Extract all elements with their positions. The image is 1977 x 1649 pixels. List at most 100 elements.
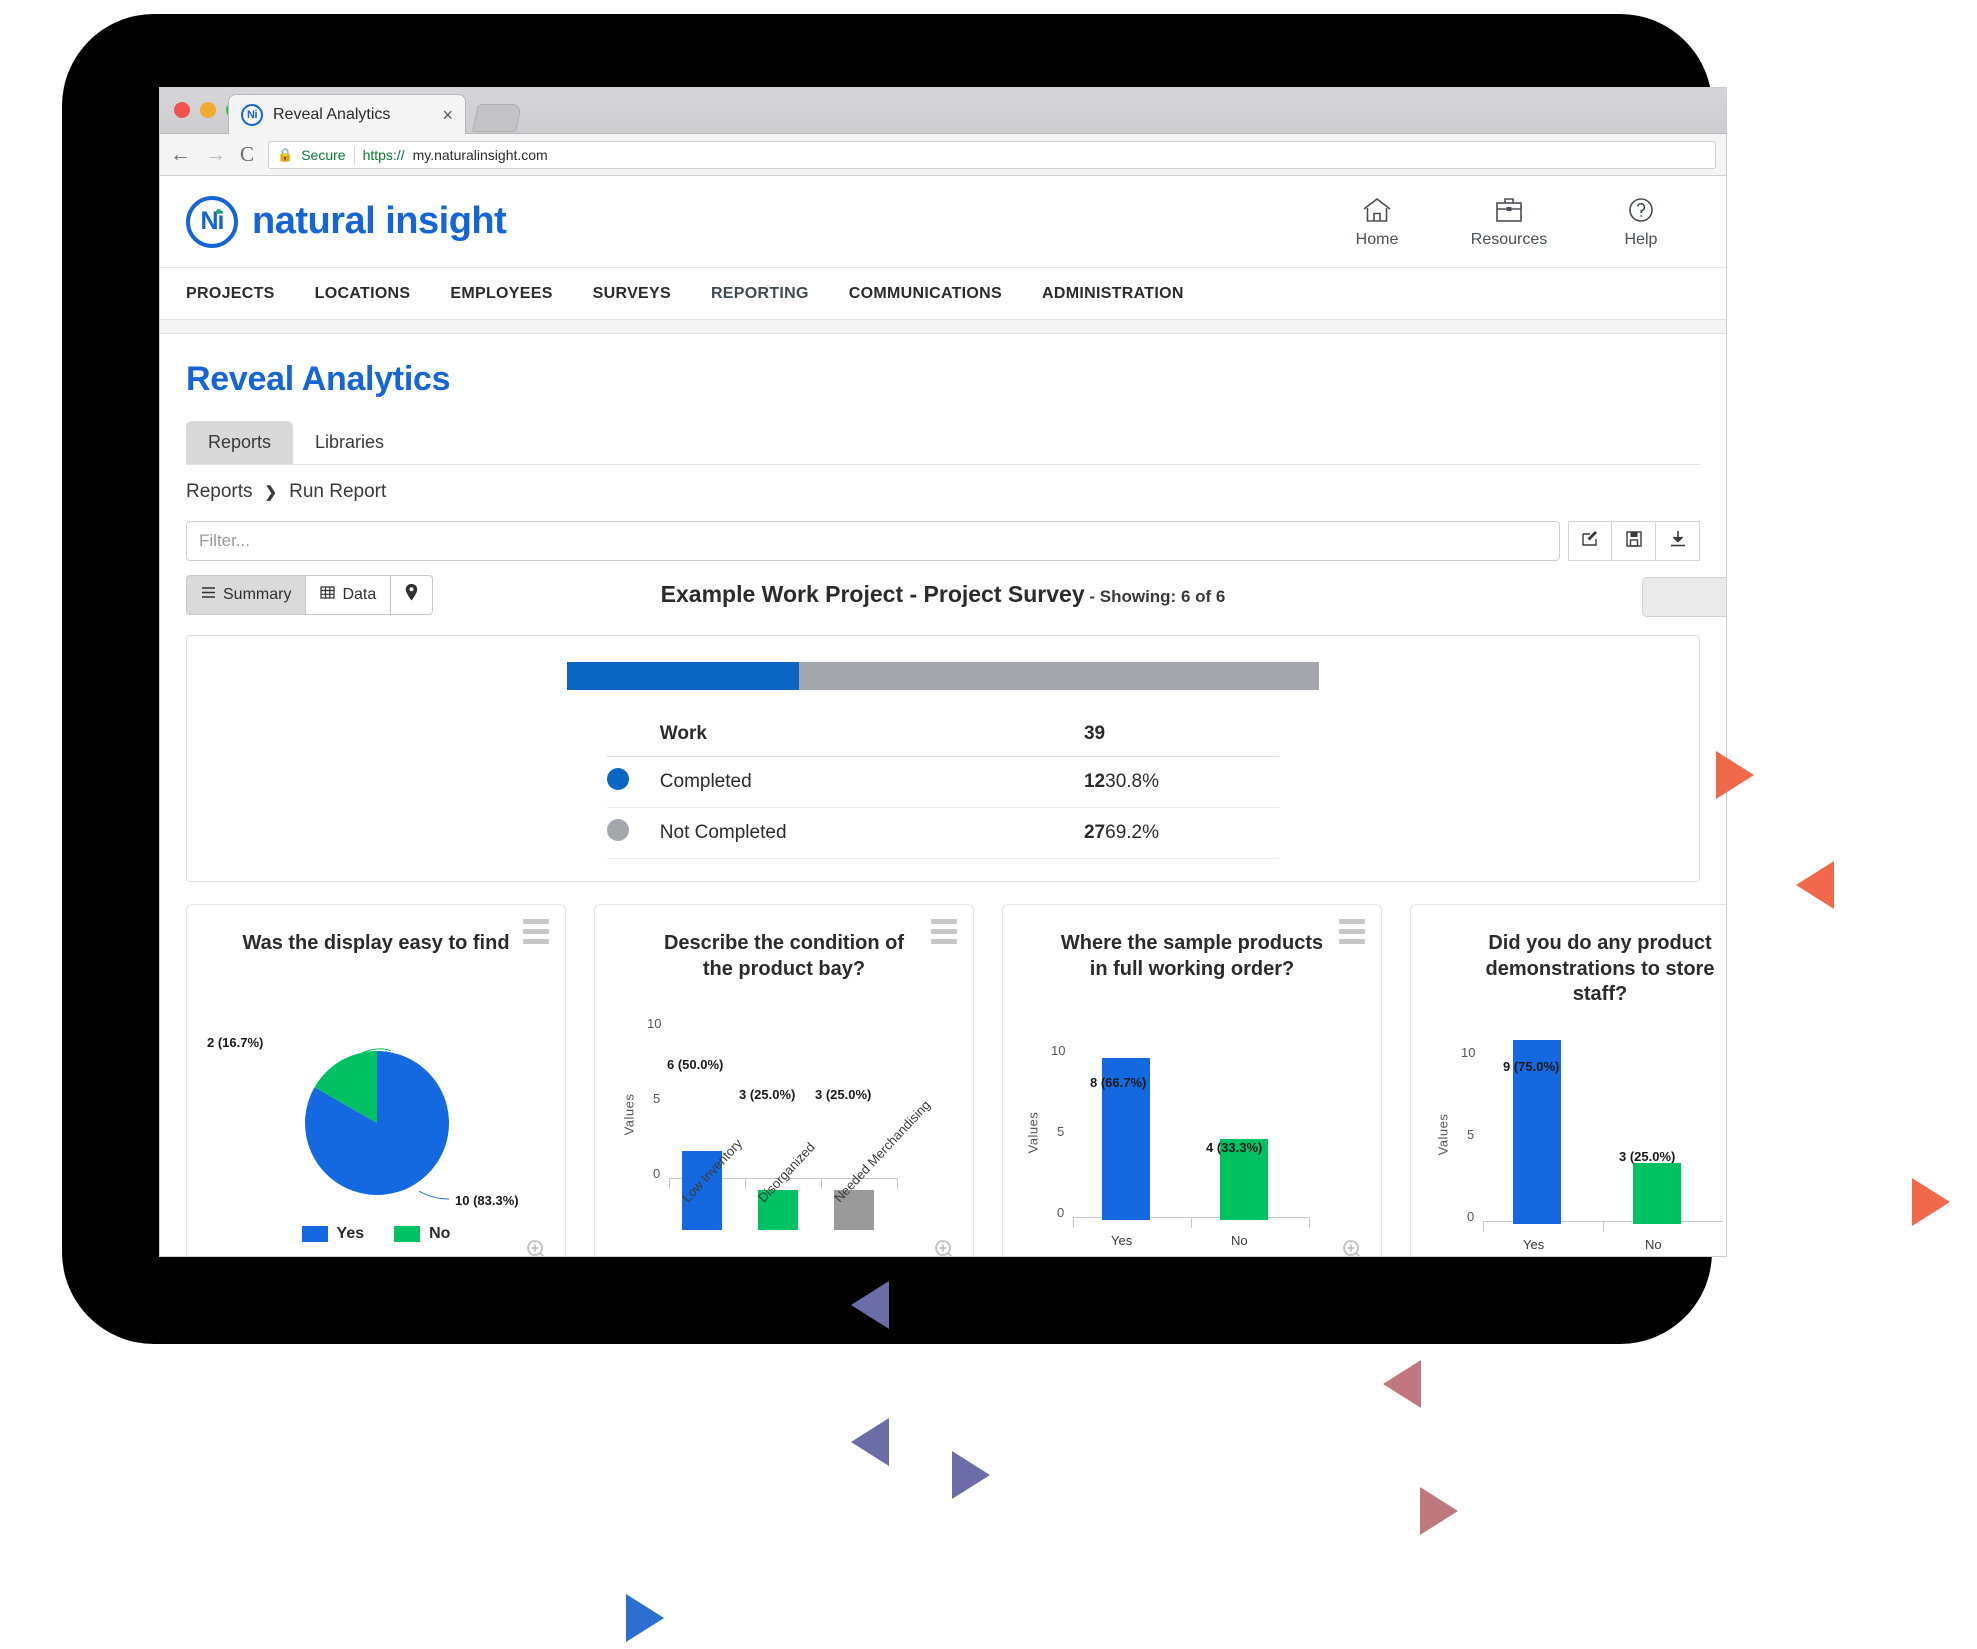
main-navigation: PROJECTS LOCATIONS EMPLOYEES SURVEYS REP… (160, 268, 1726, 320)
card-menu-icon[interactable] (523, 919, 549, 949)
download-icon (1668, 529, 1688, 554)
bar-data-label: 6 (50.0%) (667, 1057, 724, 1072)
nav-item-administration[interactable]: ADMINISTRATION (1042, 285, 1184, 303)
triangle-left-icon (1383, 1360, 1421, 1408)
nav-item-reporting[interactable]: REPORTING (711, 285, 809, 303)
card-menu-icon[interactable] (931, 919, 957, 949)
page-title: Reveal Analytics (186, 360, 451, 398)
nav-item-communications[interactable]: COMMUNICATIONS (849, 285, 1002, 303)
back-icon[interactable]: ← (170, 144, 191, 165)
browser-tab-strip: Ni Reveal Analytics × (160, 88, 1726, 134)
y-axis-label: Values (1025, 1111, 1041, 1154)
zoom-in-icon[interactable] (1341, 1238, 1365, 1256)
page-tabs: Reports Libraries (186, 421, 1700, 465)
chart-card-product-demonstrations: Did you do any product demonstrations to… (1410, 904, 1726, 1256)
bar-plot: Values 10 5 0 8 (66.7%) 4 (33.3%) Yes No (1003, 997, 1381, 1256)
breadcrumb-current: Run Report (289, 481, 387, 502)
work-summary-panel: Work 39 Completed 12 30.8% Not Completed… (186, 635, 1700, 882)
y-tick: 5 (653, 1091, 661, 1106)
bar-data-label: 3 (25.0%) (1619, 1149, 1676, 1164)
tab-reports[interactable]: Reports (186, 421, 294, 464)
bar (1633, 1162, 1681, 1224)
legend-label: No (429, 1225, 451, 1242)
nav-item-locations[interactable]: LOCATIONS (315, 285, 411, 303)
new-tab-button[interactable] (472, 104, 522, 132)
filter-placeholder: Filter... (199, 531, 251, 550)
close-icon[interactable]: × (442, 106, 453, 124)
card-menu-icon[interactable] (1339, 919, 1365, 949)
browser-window: Ni Reveal Analytics × ← → C 🔒 Secure htt… (160, 88, 1726, 1256)
filter-input[interactable]: Filter... (186, 521, 1560, 561)
bar-data-label: 4 (33.3%) (1206, 1140, 1263, 1155)
browser-tab[interactable]: Ni Reveal Analytics × (228, 94, 466, 134)
nav-item-projects[interactable]: PROJECTS (186, 285, 275, 303)
x-tick-label: No (1231, 1233, 1248, 1248)
x-tick-label: Yes (1111, 1233, 1133, 1248)
close-window-button[interactable] (174, 102, 190, 118)
pie-data-label-yes: 10 (83.3%) (455, 1193, 519, 1208)
row-pct: 30.8% (1105, 756, 1279, 808)
download-button[interactable] (1656, 521, 1700, 561)
filter-row: Filter... (186, 521, 1700, 561)
report-action-stub[interactable] (1642, 577, 1726, 617)
minimize-window-button[interactable] (200, 102, 216, 118)
nav-item-surveys[interactable]: SURVEYS (593, 285, 671, 303)
url-input[interactable]: 🔒 Secure https:// my.naturalinsight.com (268, 140, 1716, 169)
status-dot-not-completed (607, 819, 629, 841)
legend-item-no[interactable]: No (394, 1225, 450, 1243)
bar-data-label: 3 (25.0%) (739, 1087, 796, 1102)
home-icon (1360, 195, 1394, 225)
report-toolbar (1568, 521, 1700, 561)
legend-item-yes[interactable]: Yes (301, 1225, 364, 1243)
divider (353, 145, 355, 164)
triangle-left-icon (1796, 861, 1834, 909)
y-tick: 5 (1467, 1127, 1475, 1142)
report-title: Example Work Project - Project Survey (660, 581, 1085, 607)
header-action-help[interactable]: Help (1604, 195, 1678, 249)
reload-icon[interactable]: C (240, 144, 254, 165)
y-tick: 0 (653, 1166, 661, 1181)
total-value: 39 (1012, 712, 1106, 757)
zoom-in-icon[interactable] (525, 1238, 549, 1256)
progress-not-completed-segment (798, 662, 1319, 690)
header-action-home[interactable]: Home (1340, 195, 1414, 249)
header-action-resources[interactable]: Resources (1471, 195, 1547, 249)
y-tick: 5 (1057, 1124, 1065, 1139)
triangle-right-icon (1420, 1487, 1458, 1535)
brand-name: natural insight (252, 200, 507, 242)
chart-card-grid: Was the display easy to find 2 (16.7%) 1… (186, 904, 1726, 1256)
zoom-in-icon[interactable] (933, 1238, 957, 1256)
progress-completed-segment (567, 662, 799, 690)
edit-button[interactable] (1568, 521, 1612, 561)
header-actions: Home Resources Help (1340, 195, 1678, 249)
ni-logo-icon: Ni (186, 195, 238, 248)
y-axis-label: Values (621, 1093, 637, 1136)
x-tick-mark (669, 1178, 670, 1189)
ni-logo-icon: Ni (241, 103, 263, 126)
bar-plot: Values 10 5 0 9 (75.0%) 3 (25.0%) Yes No (1411, 997, 1726, 1256)
pie-data-label-no: 2 (16.7%) (207, 1035, 264, 1050)
tab-libraries[interactable]: Libraries (293, 421, 406, 464)
browser-address-bar: ← → C 🔒 Secure https:// my.naturalinsigh… (160, 134, 1726, 176)
y-tick: 0 (1467, 1209, 1475, 1224)
x-tick-label: No (1645, 1237, 1662, 1252)
chart-card-display-easy-to-find: Was the display easy to find 2 (16.7%) 1… (186, 904, 566, 1256)
url-scheme: https:// (362, 146, 405, 163)
table-row: Completed 12 30.8% (607, 756, 1279, 808)
y-tick: 10 (1051, 1043, 1066, 1058)
logo[interactable]: Ni natural insight (186, 195, 507, 248)
table-row-total: Work 39 (607, 712, 1279, 757)
bar-data-label: 8 (66.7%) (1090, 1075, 1147, 1090)
x-tick-mark (821, 1178, 822, 1189)
bar-plot: Values 10 5 0 6 (50.0%) 3 (25.0%) 3 (25.… (595, 997, 973, 1256)
chart-card-product-bay-condition: Describe the condition of the product ba… (594, 904, 974, 1256)
bar-data-label: 9 (75.0%) (1503, 1059, 1560, 1074)
forward-icon[interactable]: → (205, 144, 226, 165)
legend-swatch (301, 1226, 328, 1242)
save-button[interactable] (1612, 521, 1656, 561)
breadcrumb-root[interactable]: Reports (186, 481, 253, 503)
x-tick-mark (1603, 1221, 1604, 1232)
row-pct: 69.2% (1105, 807, 1279, 859)
row-label: Completed (659, 756, 1013, 808)
nav-item-employees[interactable]: EMPLOYEES (450, 285, 552, 303)
